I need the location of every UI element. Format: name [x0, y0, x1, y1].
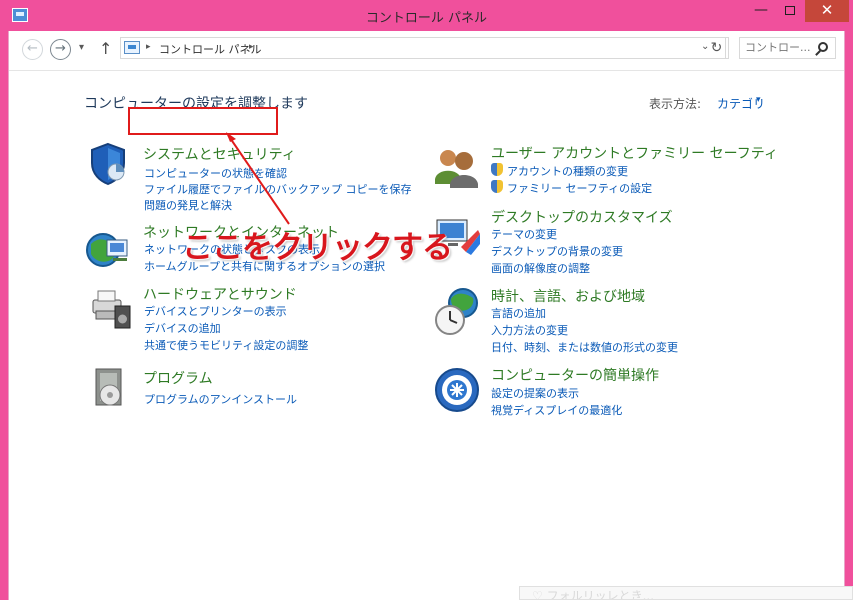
- annotation-arrow-icon: [226, 132, 290, 225]
- add-device-link[interactable]: デバイスの追加: [144, 320, 221, 336]
- uac-shield-icon: [491, 180, 503, 193]
- search-input[interactable]: [745, 41, 811, 54]
- control-panel-icon: [124, 41, 140, 54]
- clock-language-region-link[interactable]: 時計、言語、および地域: [491, 286, 645, 306]
- window-title: コントロール パネル: [365, 11, 488, 26]
- clock-globe-icon: [435, 288, 478, 335]
- personalization-link[interactable]: デスクトップのカスタマイズ: [491, 207, 673, 227]
- annotation-text: ここをクリックする: [182, 230, 453, 266]
- maximize-button[interactable]: [776, 0, 804, 22]
- user-accounts-link[interactable]: ユーザー アカウントとファミリー セーフティ: [491, 143, 778, 163]
- recent-locations-button[interactable]: ▾: [79, 42, 84, 53]
- forward-button[interactable]: →: [50, 39, 71, 60]
- date-time-number-format-link[interactable]: 日付、時刻、または数値の形式の変更: [491, 339, 678, 355]
- ease-of-access-icon: [435, 368, 479, 412]
- optimize-visual-display-link[interactable]: 視覚ディスプレイの最適化: [491, 402, 622, 418]
- printer-speaker-icon: [92, 290, 131, 329]
- close-button[interactable]: ✕: [805, 0, 849, 22]
- back-button[interactable]: ←: [22, 39, 43, 60]
- search-box[interactable]: [739, 37, 836, 59]
- annotation-highlight-box: [128, 107, 278, 135]
- ease-of-access-link[interactable]: コンピューターの簡単操作: [491, 365, 659, 385]
- bottom-overlay-text: ♡ フォルリッレとき...: [532, 589, 655, 600]
- adjust-screen-resolution-link[interactable]: 画面の解像度の調整: [491, 260, 590, 276]
- uac-shield-icon: [491, 163, 503, 176]
- add-language-link[interactable]: 言語の追加: [491, 305, 546, 321]
- user-accounts-icon: [435, 150, 478, 188]
- title-bar: コントロール パネル — ✕: [0, 0, 853, 32]
- bottom-overlay-peek: ♡ フォルリッレとき...: [519, 586, 853, 600]
- breadcrumb-separator-icon[interactable]: ▸: [249, 42, 254, 52]
- devices-printers-link[interactable]: デバイスとプリンターの表示: [144, 303, 287, 319]
- change-theme-link[interactable]: テーマの変更: [491, 226, 557, 242]
- view-by-caret-icon[interactable]: ▾: [756, 95, 761, 105]
- network-globe-icon: [86, 233, 128, 267]
- maximize-icon: [785, 6, 795, 15]
- programs-box-icon: [95, 368, 122, 406]
- address-bar[interactable]: ▸ コントロール パネル ▸ ⌄: [120, 37, 726, 59]
- find-fix-problems-link[interactable]: 問題の発見と解決: [144, 197, 232, 213]
- change-desktop-background-link[interactable]: デスクトップの背景の変更: [491, 243, 623, 259]
- navigation-toolbar: ← → ▾ ↑ ▸ コントロール パネル ▸ ⌄ ↻: [9, 31, 844, 71]
- uninstall-program-link[interactable]: プログラムのアンインストール: [144, 391, 297, 407]
- change-input-method-link[interactable]: 入力方法の変更: [491, 322, 568, 338]
- up-button[interactable]: ↑: [99, 39, 112, 58]
- programs-link[interactable]: プログラム: [143, 368, 213, 388]
- view-by-label: 表示方法:: [649, 97, 702, 111]
- mobility-settings-link[interactable]: 共通で使うモビリティ設定の調整: [144, 337, 308, 353]
- breadcrumb-separator-icon[interactable]: ▸: [146, 42, 151, 52]
- family-safety-link[interactable]: ファミリー セーフティの設定: [507, 180, 652, 196]
- refresh-button[interactable]: ↻: [705, 37, 729, 59]
- system-security-shield-icon: [91, 142, 125, 186]
- breadcrumb-control-panel[interactable]: コントロール パネル: [159, 41, 262, 57]
- suggested-settings-link[interactable]: 設定の提案の表示: [491, 385, 579, 401]
- change-account-type-link[interactable]: アカウントの種類の変更: [507, 163, 628, 179]
- search-icon[interactable]: [818, 42, 828, 52]
- hardware-sound-link[interactable]: ハードウェアとサウンド: [143, 284, 297, 304]
- minimize-button[interactable]: —: [747, 0, 775, 22]
